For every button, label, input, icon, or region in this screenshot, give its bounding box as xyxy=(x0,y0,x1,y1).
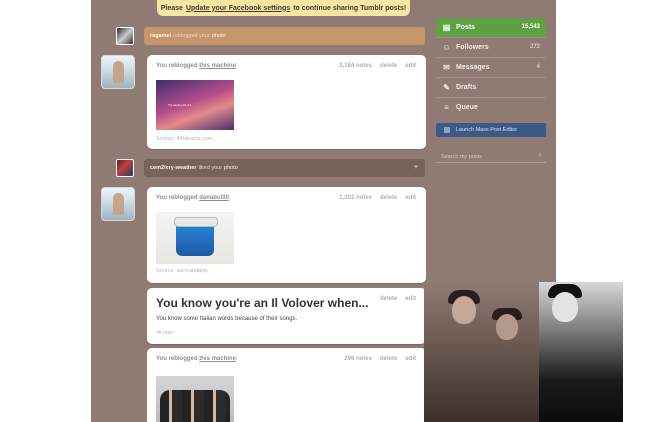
sidebar-item-label: Posts xyxy=(456,24,476,31)
post-tag[interactable]: #il volo xyxy=(156,330,173,336)
people-icon: ☺ xyxy=(442,43,451,52)
edit-button[interactable]: edit xyxy=(405,63,416,69)
source-blog-link[interactable]: this machine xyxy=(199,63,236,69)
sidebar-item-count: 272 xyxy=(529,44,540,50)
mail-icon: ✉ xyxy=(443,63,450,72)
person-face xyxy=(552,292,578,322)
user-avatar[interactable] xyxy=(101,55,135,89)
mass-post-editor-button[interactable]: Launch Mass Post Editor xyxy=(436,123,546,137)
reblog-label: You reblogged xyxy=(156,195,198,201)
post-photo[interactable] xyxy=(156,212,234,264)
sidebar-item-queue[interactable]: ≡ Queue xyxy=(436,98,546,117)
search-icon[interactable]: ⌕ xyxy=(538,152,542,160)
delete-button[interactable]: delete xyxy=(380,356,397,362)
reblog-label: You reblogged xyxy=(156,63,198,69)
sidebar-item-messages[interactable]: ✉ Messages 4 xyxy=(436,58,546,77)
reblog-label: You reblogged xyxy=(156,356,198,362)
notes-count[interactable]: 1,202 notes xyxy=(339,195,372,201)
draft-icon: ✎ xyxy=(443,83,450,92)
sepia-photo-region xyxy=(424,282,554,422)
notification-avatar[interactable] xyxy=(116,159,134,177)
sidebar-item-posts[interactable]: ▤ Posts 15,543 xyxy=(436,18,546,37)
queue-icon: ≡ xyxy=(444,103,449,112)
edit-button[interactable]: edit xyxy=(405,195,416,201)
text-post-card: You know you're an Il Volover when... de… xyxy=(147,288,426,344)
sidebar-item-label: Followers xyxy=(456,44,489,51)
post-controls: delete edit xyxy=(380,296,416,302)
post-controls: 1,202 notes delete edit xyxy=(339,195,416,201)
heart-icon: ♥ xyxy=(413,164,418,171)
notification-user[interactable]: ragamel xyxy=(150,33,171,39)
delete-button[interactable]: delete xyxy=(380,296,397,302)
post-card: You reblogged this machine: 296 notes de… xyxy=(147,348,426,422)
user-avatar[interactable] xyxy=(101,187,135,221)
sidebar-item-followers[interactable]: ☺ Followers 272 xyxy=(436,38,546,57)
band-figures xyxy=(160,390,230,422)
sidebar-item-label: Queue xyxy=(456,104,478,111)
source-blog-link[interactable]: danabulllll xyxy=(199,195,229,201)
person-face xyxy=(496,314,518,340)
post-card: You reblogged danabulllll: 1,202 notes d… xyxy=(147,187,426,283)
notification-object-link[interactable]: photo xyxy=(212,33,226,39)
notification-avatar[interactable] xyxy=(116,27,134,45)
update-facebook-settings-link[interactable]: Update your Facebook settings xyxy=(186,5,290,12)
sidebar-item-label: Messages xyxy=(456,64,490,71)
window-edge xyxy=(645,0,660,422)
sidebar-item-drafts[interactable]: ✎ Drafts xyxy=(436,78,546,97)
search-placeholder: Search my posts xyxy=(441,153,482,160)
dashboard-sidebar: ▤ Posts 15,543 ☺ Followers 272 ✉ Message… xyxy=(436,18,546,163)
banner-text-post: to continue sharing Tumblr posts! xyxy=(293,4,407,12)
delete-button[interactable]: delete xyxy=(380,195,397,201)
delete-button[interactable]: delete xyxy=(380,63,397,69)
background-band-photo xyxy=(424,282,623,422)
notes-count[interactable]: 296 notes xyxy=(344,356,372,362)
edit-button[interactable]: edit xyxy=(405,296,416,302)
post-controls: 2,164 notes delete edit xyxy=(339,63,416,69)
source-blog-link[interactable]: this machine xyxy=(199,356,236,362)
post-card: You reblogged this machine: 2,164 notes … xyxy=(147,55,426,149)
photo-source[interactable]: Source: 44ideams.com xyxy=(156,136,212,142)
post-photo[interactable]: Try saying all of it xyxy=(156,80,234,130)
post-controls: 296 notes delete edit xyxy=(344,356,416,362)
notification-user[interactable]: cem2lery-weather xyxy=(150,165,196,171)
facebook-settings-banner: Please Update your Facebook settings to … xyxy=(157,0,410,16)
notification-action: reblogged your xyxy=(173,33,210,39)
document-icon: ▤ xyxy=(442,23,451,32)
post-title: You know you're an Il Volover when... xyxy=(156,296,369,310)
photo-caption-text: Try saying all of it xyxy=(168,103,192,107)
person-face xyxy=(452,296,476,324)
jar-illustration xyxy=(174,217,218,256)
post-photo[interactable] xyxy=(156,376,234,422)
post-body: You know some Italian words because of t… xyxy=(156,316,298,322)
like-notification[interactable]: cem2lery-weather liked your photo ♥ xyxy=(144,159,425,177)
notes-count[interactable]: 2,164 notes xyxy=(339,63,372,69)
search-posts-input[interactable]: Search my posts ⌕ xyxy=(436,151,546,163)
sidebar-item-count: 15,543 xyxy=(521,24,540,30)
notification-object-link[interactable]: photo xyxy=(224,165,238,171)
photo-source[interactable]: Source: aserrandipity xyxy=(156,268,208,274)
banner-text-pre: Please xyxy=(160,4,183,12)
reblog-notification[interactable]: ragamel reblogged your photo xyxy=(144,27,425,45)
sidebar-item-label: Drafts xyxy=(456,84,477,91)
notification-action: liked your xyxy=(198,165,223,171)
edit-button[interactable]: edit xyxy=(405,356,416,362)
sidebar-item-count: 4 xyxy=(536,64,540,70)
